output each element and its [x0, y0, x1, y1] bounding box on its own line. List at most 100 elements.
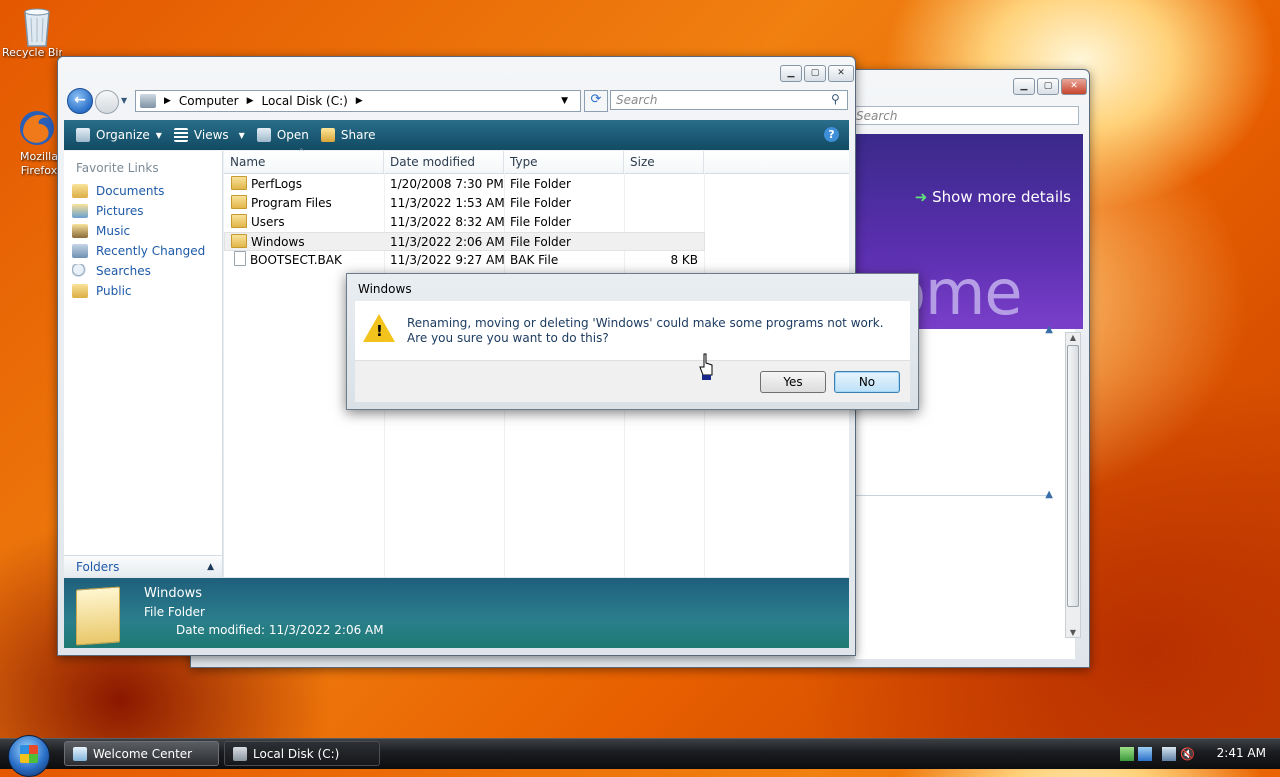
- refresh-button[interactable]: ⟳: [584, 90, 608, 112]
- favorite-link-pictures[interactable]: Pictures: [64, 201, 222, 221]
- command-toolbar: Organize ▼ Views ▼ Open Share ?: [64, 120, 849, 150]
- dialog-message: Renaming, moving or deleting 'Windows' c…: [407, 316, 884, 345]
- favorite-link-documents[interactable]: Documents: [64, 181, 222, 201]
- recycle-bin-icon: [17, 4, 57, 47]
- file-icon: [234, 251, 246, 266]
- computer-icon: [140, 94, 156, 108]
- column-header-size[interactable]: Size: [624, 151, 704, 173]
- start-button[interactable]: [8, 735, 50, 777]
- show-more-details-link[interactable]: ➜ Show more details: [915, 188, 1071, 206]
- details-date: Date modified: 11/3/2022 2:06 AM: [176, 623, 384, 637]
- documents-icon: [72, 184, 88, 198]
- display-icon[interactable]: [1162, 747, 1176, 761]
- details-type: File Folder: [144, 605, 205, 619]
- public-icon: [72, 284, 88, 298]
- yes-button[interactable]: Yes: [760, 371, 826, 393]
- column-header-type[interactable]: Type: [504, 151, 624, 173]
- clock[interactable]: 2:41 AM: [1217, 746, 1266, 760]
- confirm-dialog[interactable]: Windows ! Renaming, moving or deleting '…: [346, 273, 919, 410]
- no-button[interactable]: No: [834, 371, 900, 393]
- scroll-up-icon[interactable]: ▲: [1066, 333, 1080, 342]
- minimize-button[interactable]: ▁: [780, 65, 802, 82]
- folder-icon: [231, 214, 247, 228]
- minimize-button[interactable]: ▁: [1013, 78, 1035, 95]
- column-header-date-modified[interactable]: Date modified: [384, 151, 504, 173]
- column-headers: Name Date modified Type Size ^: [224, 147, 849, 174]
- open-button[interactable]: Open: [256, 128, 309, 142]
- taskbar-button-local-disk[interactable]: Local Disk (C:): [224, 741, 380, 766]
- collapse-icon[interactable]: ▲: [1045, 489, 1053, 500]
- collapse-icon[interactable]: ▲: [1045, 324, 1053, 335]
- address-bar[interactable]: ▶ Computer ▶ Local Disk (C:) ▶ ▼: [135, 90, 581, 112]
- desktop-icon-recycle-bin[interactable]: Recycle Bin: [2, 4, 72, 59]
- folders-toggle[interactable]: Folders ▲: [64, 555, 222, 577]
- breadcrumb-separator-icon: ▶: [246, 96, 254, 106]
- file-row-program-files[interactable]: Program Files 11/3/2022 1:53 AM File Fol…: [224, 194, 705, 213]
- divider: [855, 495, 1051, 496]
- views-button[interactable]: Views ▼: [173, 128, 245, 142]
- windows-logo-icon: [20, 745, 38, 763]
- folder-icon: [76, 586, 120, 646]
- welcome-scrollbar[interactable]: ▲ ▼: [1065, 332, 1081, 638]
- favorite-link-searches[interactable]: Searches: [64, 261, 222, 281]
- taskbar-button-welcome-center[interactable]: Welcome Center: [64, 741, 219, 766]
- file-row-perflogs[interactable]: PerfLogs 1/20/2008 7:30 PM File Folder: [224, 175, 705, 194]
- warning-exclamation: !: [376, 322, 383, 340]
- forward-button[interactable]: [95, 90, 119, 114]
- share-button[interactable]: Share: [320, 128, 376, 142]
- navigation-bar: ← ▼ ▶ Computer ▶ Local Disk (C:) ▶ ▼ ⟳ S…: [64, 87, 849, 115]
- safely-remove-icon[interactable]: [1120, 747, 1134, 761]
- search-icon[interactable]: ⚲: [831, 92, 840, 106]
- help-icon[interactable]: ?: [824, 127, 839, 142]
- details-name: Windows: [144, 586, 203, 601]
- organize-button[interactable]: Organize ▼: [76, 128, 162, 142]
- favorite-link-music[interactable]: Music: [64, 221, 222, 241]
- file-row-windows[interactable]: Windows 11/3/2022 2:06 AM File Folder: [224, 232, 705, 251]
- taskbar: Welcome Center Local Disk (C:) 🔇 2:41 AM: [0, 735, 1280, 777]
- file-row-users[interactable]: Users 11/3/2022 8:32 AM File Folder: [224, 213, 705, 232]
- drive-icon: [233, 747, 247, 761]
- welcome-caption-buttons: ▁ ▢ ✕: [1013, 78, 1087, 95]
- breadcrumb-computer[interactable]: Computer: [179, 94, 239, 108]
- search-input[interactable]: Search: [610, 90, 848, 110]
- folder-icon: [231, 234, 247, 248]
- breadcrumb-separator-icon: ▶: [164, 96, 171, 106]
- welcome-search-input[interactable]: Search: [851, 106, 1079, 125]
- volume-muted-icon[interactable]: 🔇: [1180, 747, 1195, 761]
- dialog-body: ! Renaming, moving or deleting 'Windows'…: [355, 301, 910, 402]
- arrow-right-icon: ➜: [914, 188, 928, 206]
- folder-icon: [231, 176, 247, 190]
- dialog-button-bar: Yes No: [355, 360, 910, 402]
- scroll-thumb[interactable]: [1067, 345, 1079, 607]
- explorer-caption-buttons: ▁ ▢ ✕: [780, 65, 854, 82]
- firefox-icon: [17, 108, 57, 148]
- music-icon: [72, 224, 88, 238]
- details-pane: Windows File Folder Date modified: 11/3/…: [64, 578, 849, 648]
- desktop-icon-label: Recycle Bin: [2, 46, 62, 59]
- back-button[interactable]: ←: [67, 88, 93, 114]
- file-row-bootsect[interactable]: BOOTSECT.BAK 11/3/2022 9:27 AM BAK File …: [224, 251, 705, 270]
- favorite-links-header: Favorite Links: [76, 161, 159, 175]
- maximize-button[interactable]: ▢: [1037, 78, 1059, 95]
- recently-changed-icon: [72, 244, 88, 258]
- favorite-link-recently-changed[interactable]: Recently Changed: [64, 241, 222, 261]
- recent-pages-dropdown[interactable]: ▼: [121, 96, 127, 105]
- organize-icon: [76, 128, 90, 142]
- pictures-icon: [72, 204, 88, 218]
- close-button[interactable]: ✕: [1061, 78, 1087, 95]
- dialog-title: Windows: [358, 282, 412, 296]
- network-icon[interactable]: [1138, 747, 1152, 761]
- maximize-button[interactable]: ▢: [804, 65, 826, 82]
- favorite-link-public[interactable]: Public: [64, 281, 222, 301]
- close-button[interactable]: ✕: [828, 65, 854, 82]
- sort-ascending-icon: ^: [298, 147, 305, 156]
- open-icon: [256, 128, 271, 142]
- share-icon: [320, 128, 335, 142]
- chevron-up-icon: ▲: [207, 561, 214, 572]
- chevron-down-icon: ▼: [238, 130, 245, 140]
- scroll-down-icon[interactable]: ▼: [1066, 628, 1080, 637]
- breadcrumb-local-disk[interactable]: Local Disk (C:): [262, 94, 348, 108]
- breadcrumb-separator-icon: ▶: [355, 96, 363, 106]
- address-dropdown-icon[interactable]: ▼: [561, 96, 568, 106]
- folder-icon: [231, 195, 247, 209]
